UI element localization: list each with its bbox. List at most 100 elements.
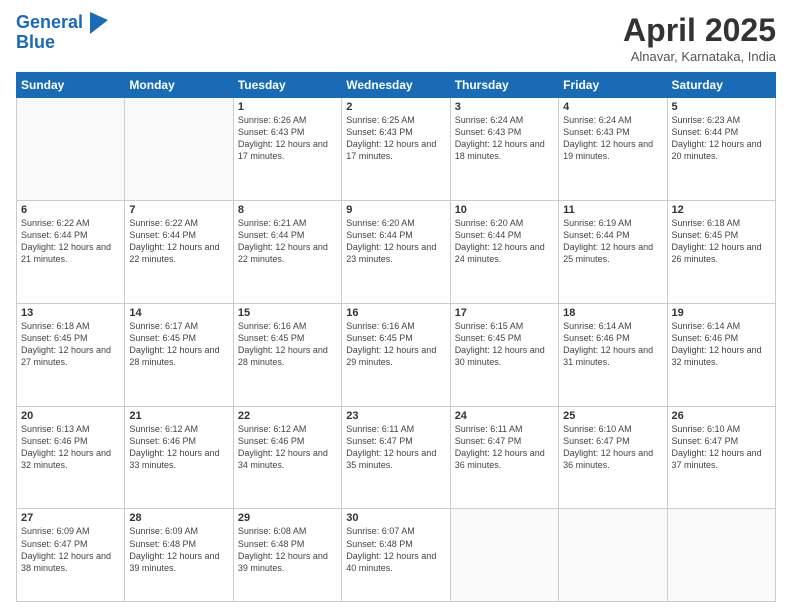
logo-general: General	[16, 12, 83, 32]
table-row: 23Sunrise: 6:11 AMSunset: 6:47 PMDayligh…	[342, 406, 450, 509]
table-row: 4Sunrise: 6:24 AMSunset: 6:43 PMDaylight…	[559, 98, 667, 201]
table-row	[450, 509, 558, 602]
day-info: Sunrise: 6:23 AMSunset: 6:44 PMDaylight:…	[672, 114, 771, 163]
day-number: 6	[21, 204, 120, 216]
col-wednesday: Wednesday	[342, 73, 450, 98]
table-row	[17, 98, 125, 201]
day-number: 21	[129, 410, 228, 422]
table-row: 3Sunrise: 6:24 AMSunset: 6:43 PMDaylight…	[450, 98, 558, 201]
table-row: 22Sunrise: 6:12 AMSunset: 6:46 PMDayligh…	[233, 406, 341, 509]
day-info: Sunrise: 6:08 AMSunset: 6:48 PMDaylight:…	[238, 525, 337, 574]
col-friday: Friday	[559, 73, 667, 98]
day-info: Sunrise: 6:10 AMSunset: 6:47 PMDaylight:…	[563, 423, 662, 472]
col-monday: Monday	[125, 73, 233, 98]
day-info: Sunrise: 6:15 AMSunset: 6:45 PMDaylight:…	[455, 320, 554, 369]
table-row: 24Sunrise: 6:11 AMSunset: 6:47 PMDayligh…	[450, 406, 558, 509]
col-tuesday: Tuesday	[233, 73, 341, 98]
table-row	[667, 509, 775, 602]
day-info: Sunrise: 6:24 AMSunset: 6:43 PMDaylight:…	[455, 114, 554, 163]
day-info: Sunrise: 6:18 AMSunset: 6:45 PMDaylight:…	[21, 320, 120, 369]
day-number: 17	[455, 307, 554, 319]
calendar-week-row: 1Sunrise: 6:26 AMSunset: 6:43 PMDaylight…	[17, 98, 776, 201]
title-section: April 2025 Alnavar, Karnataka, India	[623, 12, 776, 64]
table-row: 20Sunrise: 6:13 AMSunset: 6:46 PMDayligh…	[17, 406, 125, 509]
month-title: April 2025	[623, 12, 776, 49]
table-row: 26Sunrise: 6:10 AMSunset: 6:47 PMDayligh…	[667, 406, 775, 509]
day-number: 15	[238, 307, 337, 319]
table-row: 28Sunrise: 6:09 AMSunset: 6:48 PMDayligh…	[125, 509, 233, 602]
table-row: 2Sunrise: 6:25 AMSunset: 6:43 PMDaylight…	[342, 98, 450, 201]
day-info: Sunrise: 6:19 AMSunset: 6:44 PMDaylight:…	[563, 217, 662, 266]
table-row: 21Sunrise: 6:12 AMSunset: 6:46 PMDayligh…	[125, 406, 233, 509]
logo-blue: Blue	[16, 32, 108, 53]
calendar-table: Sunday Monday Tuesday Wednesday Thursday…	[16, 72, 776, 602]
table-row: 11Sunrise: 6:19 AMSunset: 6:44 PMDayligh…	[559, 200, 667, 303]
day-number: 10	[455, 204, 554, 216]
day-info: Sunrise: 6:11 AMSunset: 6:47 PMDaylight:…	[346, 423, 445, 472]
day-number: 29	[238, 512, 337, 524]
day-number: 13	[21, 307, 120, 319]
day-info: Sunrise: 6:25 AMSunset: 6:43 PMDaylight:…	[346, 114, 445, 163]
table-row: 9Sunrise: 6:20 AMSunset: 6:44 PMDaylight…	[342, 200, 450, 303]
day-info: Sunrise: 6:17 AMSunset: 6:45 PMDaylight:…	[129, 320, 228, 369]
day-info: Sunrise: 6:09 AMSunset: 6:47 PMDaylight:…	[21, 525, 120, 574]
day-number: 2	[346, 101, 445, 113]
day-info: Sunrise: 6:12 AMSunset: 6:46 PMDaylight:…	[129, 423, 228, 472]
logo-icon	[90, 12, 108, 34]
day-info: Sunrise: 6:20 AMSunset: 6:44 PMDaylight:…	[346, 217, 445, 266]
day-number: 30	[346, 512, 445, 524]
day-info: Sunrise: 6:21 AMSunset: 6:44 PMDaylight:…	[238, 217, 337, 266]
calendar-week-row: 27Sunrise: 6:09 AMSunset: 6:47 PMDayligh…	[17, 509, 776, 602]
day-number: 9	[346, 204, 445, 216]
logo-text: General	[16, 12, 108, 34]
table-row: 25Sunrise: 6:10 AMSunset: 6:47 PMDayligh…	[559, 406, 667, 509]
day-number: 18	[563, 307, 662, 319]
table-row: 17Sunrise: 6:15 AMSunset: 6:45 PMDayligh…	[450, 303, 558, 406]
table-row: 18Sunrise: 6:14 AMSunset: 6:46 PMDayligh…	[559, 303, 667, 406]
day-number: 11	[563, 204, 662, 216]
logo: General Blue	[16, 12, 108, 53]
table-row: 5Sunrise: 6:23 AMSunset: 6:44 PMDaylight…	[667, 98, 775, 201]
day-info: Sunrise: 6:12 AMSunset: 6:46 PMDaylight:…	[238, 423, 337, 472]
day-info: Sunrise: 6:09 AMSunset: 6:48 PMDaylight:…	[129, 525, 228, 574]
day-info: Sunrise: 6:13 AMSunset: 6:46 PMDaylight:…	[21, 423, 120, 472]
day-number: 14	[129, 307, 228, 319]
day-number: 3	[455, 101, 554, 113]
day-info: Sunrise: 6:22 AMSunset: 6:44 PMDaylight:…	[129, 217, 228, 266]
day-number: 8	[238, 204, 337, 216]
calendar-week-row: 6Sunrise: 6:22 AMSunset: 6:44 PMDaylight…	[17, 200, 776, 303]
table-row: 8Sunrise: 6:21 AMSunset: 6:44 PMDaylight…	[233, 200, 341, 303]
table-row: 1Sunrise: 6:26 AMSunset: 6:43 PMDaylight…	[233, 98, 341, 201]
day-info: Sunrise: 6:18 AMSunset: 6:45 PMDaylight:…	[672, 217, 771, 266]
table-row: 10Sunrise: 6:20 AMSunset: 6:44 PMDayligh…	[450, 200, 558, 303]
table-row: 29Sunrise: 6:08 AMSunset: 6:48 PMDayligh…	[233, 509, 341, 602]
day-info: Sunrise: 6:11 AMSunset: 6:47 PMDaylight:…	[455, 423, 554, 472]
calendar-week-row: 20Sunrise: 6:13 AMSunset: 6:46 PMDayligh…	[17, 406, 776, 509]
day-info: Sunrise: 6:20 AMSunset: 6:44 PMDaylight:…	[455, 217, 554, 266]
calendar-week-row: 13Sunrise: 6:18 AMSunset: 6:45 PMDayligh…	[17, 303, 776, 406]
day-number: 16	[346, 307, 445, 319]
table-row: 14Sunrise: 6:17 AMSunset: 6:45 PMDayligh…	[125, 303, 233, 406]
day-number: 23	[346, 410, 445, 422]
day-number: 20	[21, 410, 120, 422]
table-row: 19Sunrise: 6:14 AMSunset: 6:46 PMDayligh…	[667, 303, 775, 406]
day-number: 19	[672, 307, 771, 319]
table-row	[125, 98, 233, 201]
day-number: 7	[129, 204, 228, 216]
table-row: 12Sunrise: 6:18 AMSunset: 6:45 PMDayligh…	[667, 200, 775, 303]
day-info: Sunrise: 6:16 AMSunset: 6:45 PMDaylight:…	[238, 320, 337, 369]
table-row: 6Sunrise: 6:22 AMSunset: 6:44 PMDaylight…	[17, 200, 125, 303]
day-info: Sunrise: 6:24 AMSunset: 6:43 PMDaylight:…	[563, 114, 662, 163]
col-thursday: Thursday	[450, 73, 558, 98]
table-row: 7Sunrise: 6:22 AMSunset: 6:44 PMDaylight…	[125, 200, 233, 303]
day-number: 27	[21, 512, 120, 524]
day-number: 12	[672, 204, 771, 216]
page: General Blue April 2025 Alnavar, Karnata…	[0, 0, 792, 612]
day-number: 1	[238, 101, 337, 113]
header: General Blue April 2025 Alnavar, Karnata…	[16, 12, 776, 64]
day-info: Sunrise: 6:10 AMSunset: 6:47 PMDaylight:…	[672, 423, 771, 472]
location: Alnavar, Karnataka, India	[623, 49, 776, 64]
col-sunday: Sunday	[17, 73, 125, 98]
calendar-header-row: Sunday Monday Tuesday Wednesday Thursday…	[17, 73, 776, 98]
day-info: Sunrise: 6:22 AMSunset: 6:44 PMDaylight:…	[21, 217, 120, 266]
